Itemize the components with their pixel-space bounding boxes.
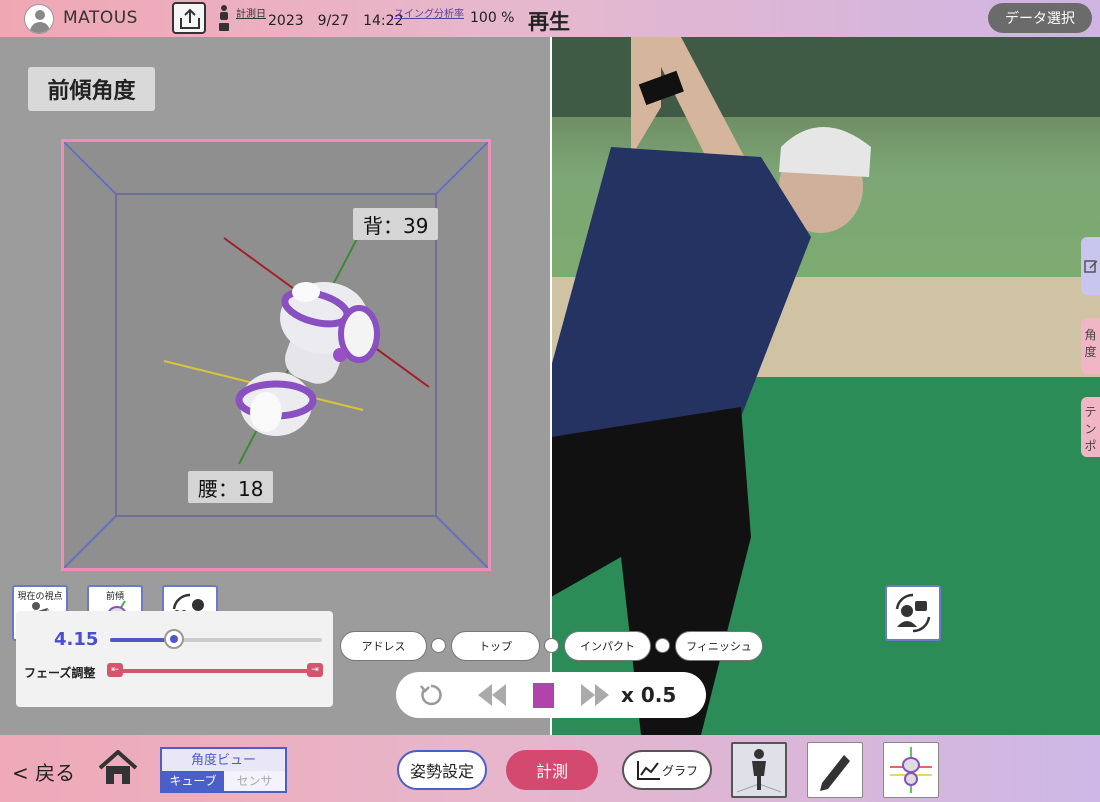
sensor-model bbox=[235, 282, 380, 436]
phase-range-track[interactable] bbox=[107, 669, 323, 673]
time-slider-track[interactable] bbox=[110, 638, 322, 642]
pencil-icon bbox=[820, 755, 850, 791]
playback-controls: x 0.5 bbox=[396, 672, 706, 718]
graph-label: グラフ bbox=[661, 763, 698, 778]
playback-speed[interactable]: x 0.5 bbox=[621, 683, 676, 707]
phase-top-button[interactable]: トップ bbox=[451, 631, 540, 661]
side-tab-note[interactable] bbox=[1081, 237, 1100, 295]
side-tab-tempo[interactable]: テンポ bbox=[1081, 397, 1100, 457]
current-view-label: 現在の視点 bbox=[17, 592, 63, 602]
phase-address-button[interactable]: アドレス bbox=[340, 631, 427, 661]
time-value: 4.15 bbox=[54, 629, 99, 650]
split-divider[interactable] bbox=[550, 37, 552, 735]
back-button[interactable]: < 戻る bbox=[12, 757, 75, 786]
posture-setting-button[interactable]: 姿勢設定 bbox=[397, 750, 487, 790]
panel-title: 前傾角度 bbox=[28, 67, 155, 111]
posture-view-button[interactable] bbox=[731, 742, 787, 798]
phase-right-handle[interactable]: ⇥ bbox=[307, 663, 323, 677]
fast-forward-icon[interactable] bbox=[579, 682, 611, 708]
video-camera-switch-button[interactable] bbox=[885, 585, 941, 641]
forward-tilt-label: 前傾 bbox=[105, 592, 124, 602]
measure-date: 2023 9/27 14:22 bbox=[268, 13, 404, 29]
back-angle-label: 背：39 bbox=[353, 208, 439, 240]
data-select-button[interactable]: データ選択 bbox=[988, 3, 1092, 33]
person-info-icon bbox=[219, 5, 229, 31]
camera-rotate-icon bbox=[895, 593, 931, 633]
standing-person-icon bbox=[733, 744, 785, 796]
side-tab-angle[interactable]: 角度 bbox=[1081, 318, 1100, 374]
time-slider-knob[interactable] bbox=[163, 629, 184, 649]
username: MATOUS bbox=[63, 8, 138, 28]
angle-view-title: 角度ビュー bbox=[190, 753, 256, 768]
bottom-bar: < 戻る 角度ビュー キューブ センサ 姿勢設定 計測 グラフ bbox=[0, 735, 1100, 802]
phase-dot-3[interactable] bbox=[655, 638, 670, 653]
measure-button[interactable]: 計測 bbox=[506, 750, 598, 790]
tab-sensor[interactable]: センサ bbox=[224, 771, 285, 791]
swing-analysis-label[interactable]: スイング分析率 bbox=[394, 5, 464, 20]
top-bar: MATOUS 計測日 2023 9/27 14:22 スイング分析率 100 %… bbox=[0, 0, 1100, 37]
tab-cube[interactable]: キューブ bbox=[162, 771, 224, 791]
graph-button[interactable]: グラフ bbox=[622, 750, 712, 790]
replay-icon[interactable] bbox=[418, 682, 444, 708]
upload-icon bbox=[180, 8, 200, 29]
edit-note-icon bbox=[1083, 260, 1098, 273]
user-avatar-icon[interactable] bbox=[24, 4, 54, 34]
phase-impact-button[interactable]: インパクト bbox=[564, 631, 651, 661]
export-button[interactable] bbox=[172, 2, 206, 34]
rewind-icon[interactable] bbox=[476, 682, 508, 708]
swing-analysis-percent: 100 % bbox=[470, 10, 515, 26]
sensor-axis-icon bbox=[890, 747, 932, 793]
cube-view[interactable]: 背：39 腰：18 bbox=[61, 139, 491, 571]
angle-view-toggle: 角度ビュー キューブ センサ bbox=[160, 747, 287, 793]
graph-icon bbox=[636, 761, 660, 780]
measure-date-label: 計測日 bbox=[236, 9, 266, 20]
phase-adjust-label: フェーズ調整 bbox=[24, 666, 96, 680]
phase-finish-button[interactable]: フィニッシュ bbox=[675, 631, 763, 661]
phase-dot-2[interactable] bbox=[544, 638, 559, 653]
edit-button[interactable] bbox=[807, 742, 863, 798]
stop-icon[interactable] bbox=[533, 683, 554, 708]
mode-label: 再生 bbox=[528, 10, 570, 34]
phase-slider-card: 4.15 フェーズ調整 ⇤ ⇥ bbox=[16, 611, 333, 707]
sensor-calibration-button[interactable] bbox=[883, 742, 939, 798]
phase-dot-1[interactable] bbox=[431, 638, 446, 653]
phase-left-handle[interactable]: ⇤ bbox=[107, 663, 123, 677]
waist-angle-label: 腰：18 bbox=[188, 471, 274, 503]
cube-3d-graphic bbox=[64, 142, 488, 568]
home-icon[interactable] bbox=[98, 750, 138, 786]
